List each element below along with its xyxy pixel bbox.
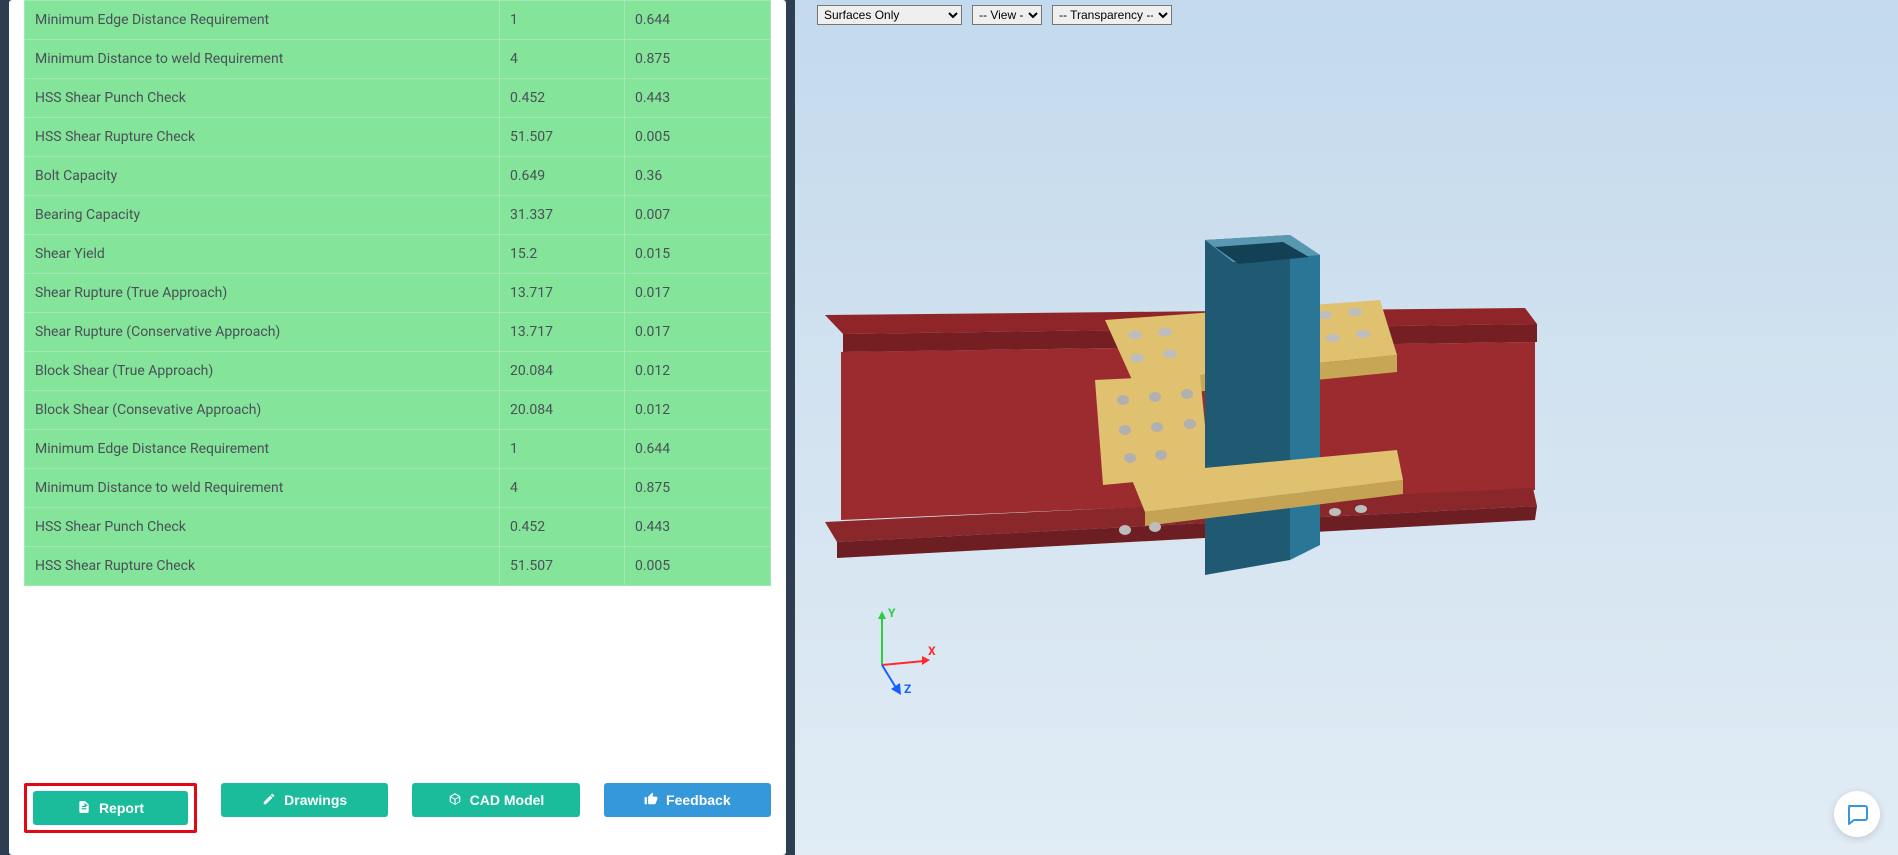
value-2-cell: 0.36 [625, 157, 771, 196]
check-name-cell: HSS Shear Punch Check [25, 508, 500, 547]
value-2-cell: 0.443 [625, 79, 771, 118]
value-1-cell: 1 [500, 1, 625, 40]
value-2-cell: 0.005 [625, 547, 771, 586]
file-icon [77, 800, 91, 817]
report-button[interactable]: Report [33, 791, 188, 825]
value-2-cell: 0.012 [625, 352, 771, 391]
table-row: Bolt Capacity0.6490.36 [25, 157, 771, 196]
check-name-cell: Shear Rupture (True Approach) [25, 274, 500, 313]
table-row: Shear Yield15.20.015 [25, 235, 771, 274]
table-row: Block Shear (Consevative Approach)20.084… [25, 391, 771, 430]
check-name-cell: HSS Shear Rupture Check [25, 118, 500, 157]
value-2-cell: 0.443 [625, 508, 771, 547]
check-name-cell: Block Shear (True Approach) [25, 352, 500, 391]
value-1-cell: 1 [500, 430, 625, 469]
transparency-select[interactable]: -- Transparency -- [1052, 5, 1172, 25]
axis-gizmo: Y X Z [860, 605, 940, 695]
check-name-cell: Bearing Capacity [25, 196, 500, 235]
drawings-label: Drawings [284, 792, 347, 808]
value-2-cell: 0.017 [625, 274, 771, 313]
check-name-cell: Shear Rupture (Conservative Approach) [25, 313, 500, 352]
value-1-cell: 0.452 [500, 79, 625, 118]
check-name-cell: Minimum Edge Distance Requirement [25, 430, 500, 469]
value-2-cell: 0.017 [625, 313, 771, 352]
value-1-cell: 13.717 [500, 313, 625, 352]
value-1-cell: 13.717 [500, 274, 625, 313]
table-row: Shear Rupture (True Approach)13.7170.017 [25, 274, 771, 313]
axis-y-label: Y [888, 606, 896, 620]
drawings-button[interactable]: Drawings [221, 783, 388, 817]
check-name-cell: Block Shear (Consevative Approach) [25, 391, 500, 430]
axis-z-label: Z [904, 682, 911, 695]
value-1-cell: 4 [500, 40, 625, 79]
chat-bubble-button[interactable] [1834, 791, 1880, 837]
table-row: HSS Shear Rupture Check51.5070.005 [25, 547, 771, 586]
value-2-cell: 0.875 [625, 469, 771, 508]
value-1-cell: 0.649 [500, 157, 625, 196]
value-2-cell: 0.012 [625, 391, 771, 430]
check-name-cell: Minimum Edge Distance Requirement [25, 1, 500, 40]
value-2-cell: 0.644 [625, 1, 771, 40]
check-name-cell: Bolt Capacity [25, 157, 500, 196]
value-1-cell: 0.452 [500, 508, 625, 547]
value-2-cell: 0.005 [625, 118, 771, 157]
value-1-cell: 51.507 [500, 547, 625, 586]
action-buttons-row: Report Drawings CAD Model Feedback [24, 765, 771, 855]
value-2-cell: 0.007 [625, 196, 771, 235]
hss-column-left [1205, 235, 1290, 575]
table-row: Minimum Distance to weld Requirement40.8… [25, 40, 771, 79]
report-highlight-box: Report [24, 783, 197, 833]
table-row: HSS Shear Punch Check0.4520.443 [25, 508, 771, 547]
value-1-cell: 31.337 [500, 196, 625, 235]
axis-x-label: X [928, 644, 936, 658]
table-row: HSS Shear Punch Check0.4520.443 [25, 79, 771, 118]
check-name-cell: HSS Shear Punch Check [25, 79, 500, 118]
feedback-label: Feedback [666, 792, 731, 808]
check-name-cell: Minimum Distance to weld Requirement [25, 469, 500, 508]
table-row: Minimum Edge Distance Requirement10.644 [25, 1, 771, 40]
3d-viewer-pane[interactable]: Surfaces Only -- View -- -- Transparency… [795, 0, 1898, 855]
value-1-cell: 4 [500, 469, 625, 508]
value-2-cell: 0.015 [625, 235, 771, 274]
cad-model-button[interactable]: CAD Model [412, 783, 579, 817]
value-2-cell: 0.875 [625, 40, 771, 79]
value-2-cell: 0.644 [625, 430, 771, 469]
thumbs-up-icon [644, 792, 658, 809]
3d-model-svg [795, 0, 1898, 855]
table-row: Minimum Edge Distance Requirement10.644 [25, 430, 771, 469]
viewer-toolbar: Surfaces Only -- View -- -- Transparency… [817, 5, 1172, 25]
cad-model-label: CAD Model [470, 792, 545, 808]
pencil-icon [262, 792, 276, 809]
check-name-cell: Shear Yield [25, 235, 500, 274]
table-row: Shear Rupture (Conservative Approach)13.… [25, 313, 771, 352]
value-1-cell: 51.507 [500, 118, 625, 157]
view-select[interactable]: -- View -- [972, 5, 1042, 25]
check-name-cell: HSS Shear Rupture Check [25, 547, 500, 586]
feedback-button[interactable]: Feedback [604, 783, 771, 817]
chat-icon [1845, 802, 1869, 826]
report-label: Report [99, 800, 144, 816]
table-row: Minimum Distance to weld Requirement40.8… [25, 469, 771, 508]
table-row: Block Shear (True Approach)20.0840.012 [25, 352, 771, 391]
table-row: Bearing Capacity31.3370.007 [25, 196, 771, 235]
value-1-cell: 20.084 [500, 352, 625, 391]
table-row: HSS Shear Rupture Check51.5070.005 [25, 118, 771, 157]
cube-icon [448, 792, 462, 809]
value-1-cell: 15.2 [500, 235, 625, 274]
hss-column-right [1290, 235, 1320, 560]
results-table: Minimum Edge Distance Requirement10.644M… [24, 0, 771, 586]
value-1-cell: 20.084 [500, 391, 625, 430]
left-pane: Minimum Edge Distance Requirement10.644M… [0, 0, 795, 855]
display-mode-select[interactable]: Surfaces Only [817, 5, 962, 25]
results-card: Minimum Edge Distance Requirement10.644M… [9, 0, 786, 855]
check-name-cell: Minimum Distance to weld Requirement [25, 40, 500, 79]
